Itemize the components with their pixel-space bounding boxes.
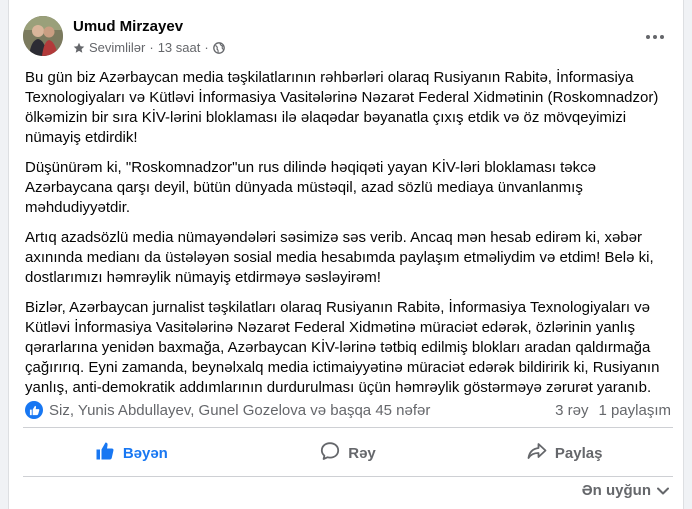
post-meta: Sevimlilər · 13 saat · <box>73 40 225 55</box>
comment-sort-button[interactable]: Ən uyğun <box>582 482 669 499</box>
like-reaction-icon[interactable] <box>25 401 43 419</box>
sort-label: Ən uyğun <box>581 482 651 499</box>
comment-button[interactable]: Rəy <box>240 431 457 475</box>
like-label: Bəyən <box>122 444 168 462</box>
comment-bubble-icon <box>320 441 340 465</box>
comment-label: Rəy <box>348 444 376 462</box>
post-paragraph: Düşünürəm ki, "Roskomnadzor"un rus dilin… <box>25 159 596 216</box>
share-arrow-icon <box>527 441 547 465</box>
share-label: Paylaş <box>554 444 603 462</box>
comments-count[interactable]: 3 rəy <box>555 402 588 419</box>
meta-separator: · <box>149 40 154 55</box>
post-actions: Bəyən Rəy Paylaş <box>23 431 673 475</box>
post-header: Umud Mirzayev Sevimlilər · 13 saat · <box>23 16 671 62</box>
divider <box>23 427 673 428</box>
post-body: Bu gün biz Azərbaycan media təşkilatları… <box>25 68 675 408</box>
divider <box>23 476 673 477</box>
star-icon <box>73 42 85 54</box>
post-stats: Siz, Yunis Abdullayev, Gunel Gozelova və… <box>25 398 671 422</box>
engagement-counts: 3 rəy 1 paylaşım <box>555 402 671 419</box>
audience-label[interactable]: Sevimlilər <box>89 40 145 55</box>
meta-separator: · <box>204 40 209 55</box>
post-paragraph: Artıq azadsözlü media nümayəndələri səsi… <box>25 229 654 286</box>
post-card: Umud Mirzayev Sevimlilər · 13 saat · Bu … <box>8 0 684 509</box>
author-name[interactable]: Umud Mirzayev <box>73 18 183 35</box>
more-options-button[interactable] <box>639 20 671 52</box>
post-paragraph: Bu gün biz Azərbaycan media təşkilatları… <box>25 69 659 146</box>
globe-icon[interactable] <box>212 41 225 54</box>
like-button[interactable]: Bəyən <box>23 431 240 475</box>
chevron-down-icon <box>657 482 669 499</box>
post-time[interactable]: 13 saat <box>158 40 201 55</box>
shares-count[interactable]: 1 paylaşım <box>598 402 671 419</box>
more-dots-icon <box>645 27 665 45</box>
avatar[interactable] <box>23 16 63 56</box>
thumbs-up-icon <box>95 441 115 465</box>
post-paragraph: Bizlər, Azərbaycan jurnalist təşkilatlar… <box>25 299 660 396</box>
share-button[interactable]: Paylaş <box>456 431 673 475</box>
reactions-summary[interactable]: Siz, Yunis Abdullayev, Gunel Gozelova və… <box>49 402 430 419</box>
